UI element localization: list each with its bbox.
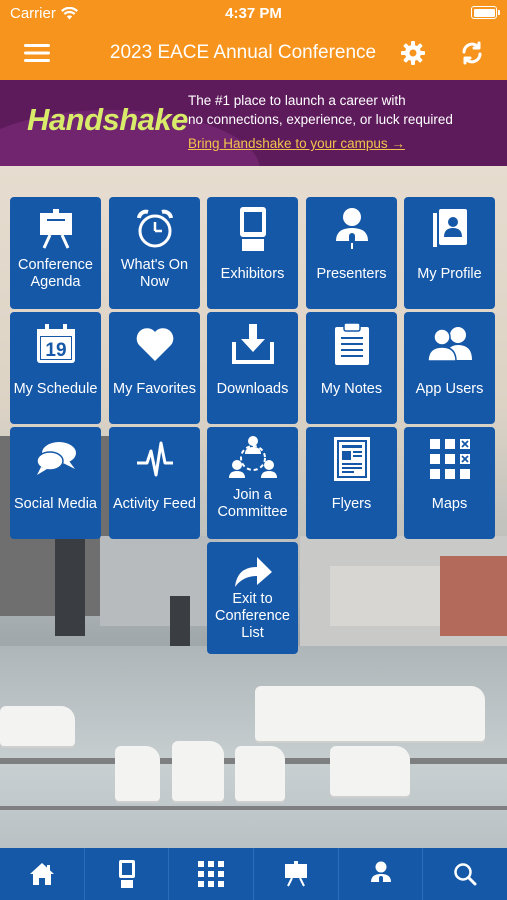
tile-label: Join a Committee bbox=[217, 487, 288, 520]
profile-card-icon bbox=[432, 207, 467, 251]
handshake-logo: Handshake bbox=[27, 102, 188, 137]
banner-tagline-1: The #1 place to launch a career with bbox=[188, 93, 406, 108]
banner-tagline-2: no connections, experience, or luck requ… bbox=[188, 112, 453, 127]
tile-label: Presenters bbox=[316, 265, 387, 282]
tile-label: Exhibitors bbox=[220, 265, 285, 282]
tile-conference-agenda[interactable]: Conference Agenda bbox=[10, 197, 101, 309]
presenter-icon bbox=[333, 207, 371, 251]
booth-icon bbox=[118, 860, 135, 888]
grid-icon bbox=[198, 861, 225, 887]
tile-join-a-committee[interactable]: Join a Committee bbox=[207, 427, 298, 539]
tile-label: My Schedule bbox=[13, 380, 98, 397]
tab-home[interactable] bbox=[0, 848, 85, 900]
tile-label: My Favorites bbox=[113, 380, 196, 397]
presenter-icon bbox=[370, 861, 391, 883]
tab-search[interactable] bbox=[423, 848, 507, 900]
tile-my-notes[interactable]: My Notes bbox=[306, 312, 397, 424]
tile-my-schedule[interactable]: 19 My Schedule bbox=[10, 312, 101, 424]
easel-icon bbox=[284, 861, 307, 887]
refresh-icon[interactable] bbox=[457, 38, 487, 68]
tile-label: Conference Agenda bbox=[18, 257, 93, 290]
tile-downloads[interactable]: Downloads bbox=[207, 312, 298, 424]
users-icon bbox=[426, 322, 474, 366]
tile-label: Social Media bbox=[13, 495, 97, 512]
tab-agenda[interactable] bbox=[254, 848, 339, 900]
tile-label: Downloads bbox=[216, 380, 289, 397]
tile-label: Exit to Conference List bbox=[215, 591, 290, 641]
calendar-day-text: 19 bbox=[45, 340, 66, 361]
booth-icon bbox=[238, 207, 268, 251]
calendar-icon: 19 bbox=[36, 322, 76, 366]
tile-flyers[interactable]: Flyers bbox=[306, 427, 397, 539]
gear-icon[interactable] bbox=[398, 38, 428, 68]
flyer-icon bbox=[333, 437, 370, 481]
tile-label: My Notes bbox=[320, 380, 383, 397]
clock: 4:37 PM bbox=[225, 5, 282, 22]
tile-label: What's On Now bbox=[120, 257, 189, 290]
download-icon bbox=[231, 322, 274, 366]
share-arrow-icon bbox=[233, 552, 273, 591]
tile-label: Flyers bbox=[331, 495, 372, 512]
chat-bubbles-icon bbox=[35, 437, 77, 481]
clipboard-icon bbox=[334, 322, 369, 366]
tab-bar bbox=[0, 848, 507, 900]
tile-label: App Users bbox=[415, 380, 484, 397]
tab-exhibitors[interactable] bbox=[85, 848, 170, 900]
network-icon bbox=[228, 436, 277, 481]
tile-maps[interactable]: Maps bbox=[404, 427, 495, 539]
search-icon bbox=[454, 863, 477, 886]
tab-all-features[interactable] bbox=[169, 848, 255, 900]
tile-activity-feed[interactable]: Activity Feed bbox=[109, 427, 200, 539]
handshake-banner-ad[interactable]: Handshake The #1 place to launch a caree… bbox=[0, 80, 507, 166]
banner-cta-link[interactable]: Bring Handshake to your campus → bbox=[188, 136, 405, 151]
map-grid-icon bbox=[429, 437, 471, 481]
tile-whats-on-now[interactable]: What's On Now bbox=[109, 197, 200, 309]
tile-label: My Profile bbox=[417, 265, 482, 282]
tile-label: Activity Feed bbox=[113, 495, 196, 512]
tile-label: Maps bbox=[431, 495, 468, 512]
tab-presenters[interactable] bbox=[339, 848, 424, 900]
tile-exit-to-conference-list[interactable]: Exit to Conference List bbox=[207, 542, 298, 654]
alarm-clock-icon bbox=[135, 207, 175, 251]
tile-my-profile[interactable]: My Profile bbox=[404, 197, 495, 309]
tile-my-favorites[interactable]: My Favorites bbox=[109, 312, 200, 424]
tile-social-media[interactable]: Social Media bbox=[10, 427, 101, 539]
battery-icon bbox=[471, 6, 500, 19]
tile-presenters[interactable]: Presenters bbox=[306, 197, 397, 309]
easel-icon bbox=[38, 207, 74, 251]
nav-bar: 2023 EACE Annual Conference bbox=[0, 26, 507, 80]
home-icon bbox=[29, 863, 54, 885]
status-bar: Carrier 4:37 PM bbox=[0, 0, 507, 26]
tile-exhibitors[interactable]: Exhibitors bbox=[207, 197, 298, 309]
pulse-icon bbox=[135, 437, 175, 481]
tile-app-users[interactable]: App Users bbox=[404, 312, 495, 424]
heart-icon bbox=[135, 322, 175, 366]
